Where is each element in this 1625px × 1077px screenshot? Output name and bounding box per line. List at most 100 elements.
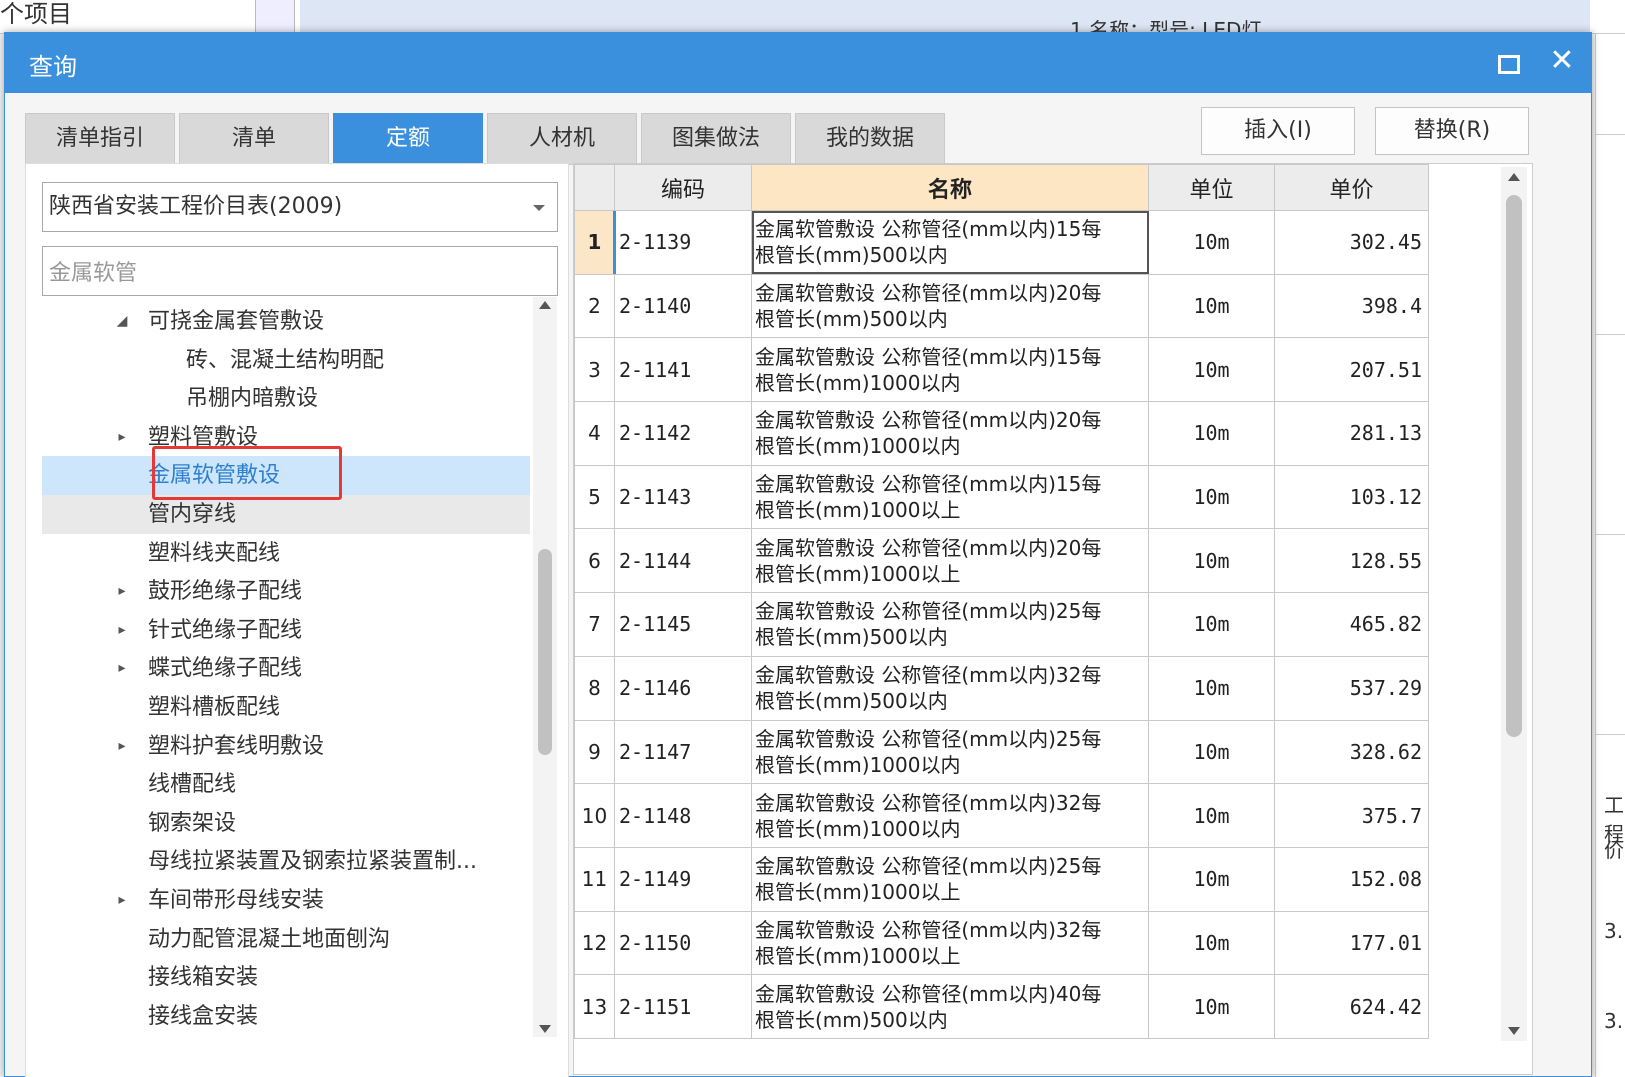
row-number[interactable]: 10 bbox=[574, 783, 615, 848]
expand-icon[interactable]: ▸ bbox=[112, 649, 132, 688]
row-number[interactable]: 3 bbox=[574, 337, 615, 403]
table-row[interactable]: 6 2-1144 金属软管敷设 公称管径(mm以内)20每 根管长(mm)1000以上… bbox=[574, 528, 1429, 594]
tab-labor-material-machine[interactable]: 人材机 bbox=[487, 113, 637, 165]
library-select[interactable]: 陕西省安装工程价目表(2009) bbox=[42, 182, 558, 232]
row-code[interactable]: 2-1151 bbox=[614, 974, 752, 1039]
tab-bill[interactable]: 清单 bbox=[179, 113, 329, 165]
expand-icon[interactable]: ▸ bbox=[112, 418, 132, 457]
tree-item[interactable]: ◢ 可挠金属套管敷设 bbox=[42, 302, 530, 341]
row-code[interactable]: 2-1147 bbox=[614, 719, 752, 785]
dialog-titlebar[interactable]: 查询 ✕ bbox=[5, 33, 1591, 93]
tree-item[interactable]: 接线盒安装 bbox=[42, 997, 530, 1036]
table-row[interactable]: 4 2-1142 金属软管敷设 公称管径(mm以内)20每 根管长(mm)1000以内… bbox=[574, 401, 1429, 466]
row-name[interactable]: 金属软管敷设 公称管径(mm以内)25每 根管长(mm)1000以上 bbox=[751, 846, 1149, 912]
tab-quota[interactable]: 定额 bbox=[333, 113, 483, 165]
row-unit[interactable]: 10m bbox=[1148, 655, 1275, 721]
row-number[interactable]: 11 bbox=[574, 846, 615, 912]
scroll-thumb[interactable] bbox=[538, 549, 552, 755]
table-row[interactable]: 1 2-1139 金属软管敷设 公称管径(mm以内)15每 根管长(mm)500以内 1… bbox=[574, 210, 1429, 275]
row-number[interactable]: 5 bbox=[574, 464, 615, 530]
scroll-down-icon[interactable] bbox=[539, 1025, 551, 1033]
replace-button[interactable]: 替换(R) bbox=[1375, 107, 1529, 155]
row-number[interactable]: 4 bbox=[574, 401, 615, 466]
tree-item[interactable]: 钢索架设 bbox=[42, 804, 530, 843]
scroll-up-icon[interactable] bbox=[1508, 173, 1520, 181]
table-row[interactable]: 7 2-1145 金属软管敷设 公称管径(mm以内)25每 根管长(mm)500以内 1… bbox=[574, 592, 1429, 657]
row-unit[interactable]: 10m bbox=[1148, 783, 1275, 848]
header-code[interactable]: 编码 bbox=[614, 164, 752, 211]
tree-item[interactable]: ▸ 车间带形母线安装 bbox=[42, 881, 530, 920]
tree-item[interactable]: ▸ 鼓形绝缘子配线 bbox=[42, 572, 530, 611]
tree-item[interactable]: 线槽配线 bbox=[42, 765, 530, 804]
row-price[interactable]: 152.08 bbox=[1274, 846, 1429, 912]
row-name[interactable]: 金属软管敷设 公称管径(mm以内)20每 根管长(mm)1000以内 bbox=[751, 401, 1149, 466]
row-code[interactable]: 2-1144 bbox=[614, 528, 752, 594]
header-unit[interactable]: 单位 bbox=[1148, 164, 1275, 211]
row-code[interactable]: 2-1150 bbox=[614, 910, 752, 976]
header-name[interactable]: 名称 bbox=[751, 164, 1149, 211]
row-number[interactable]: 6 bbox=[574, 528, 615, 594]
row-price[interactable]: 624.42 bbox=[1274, 974, 1429, 1039]
row-code[interactable]: 2-1148 bbox=[614, 783, 752, 848]
row-name[interactable]: 金属软管敷设 公称管径(mm以内)32每 根管长(mm)500以内 bbox=[751, 655, 1149, 721]
row-unit[interactable]: 10m bbox=[1148, 337, 1275, 403]
tree-item[interactable]: 塑料线夹配线 bbox=[42, 534, 530, 573]
row-price[interactable]: 128.55 bbox=[1274, 528, 1429, 594]
row-code[interactable]: 2-1146 bbox=[614, 655, 752, 721]
row-unit[interactable]: 10m bbox=[1148, 528, 1275, 594]
tree-item[interactable]: 砖、混凝土结构明配 bbox=[42, 341, 530, 380]
row-price[interactable]: 302.45 bbox=[1274, 210, 1429, 275]
tree-item[interactable]: 接线箱安装 bbox=[42, 958, 530, 997]
collapse-icon[interactable]: ◢ bbox=[112, 302, 132, 341]
table-row[interactable]: 12 2-1150 金属软管敷设 公称管径(mm以内)32每 根管长(mm)1000以… bbox=[574, 910, 1429, 976]
table-row[interactable]: 2 2-1140 金属软管敷设 公称管径(mm以内)20每 根管长(mm)500以内 1… bbox=[574, 273, 1429, 339]
scroll-thumb[interactable] bbox=[1506, 195, 1522, 737]
row-code[interactable]: 2-1143 bbox=[614, 464, 752, 530]
row-code[interactable]: 2-1140 bbox=[614, 273, 752, 339]
row-code[interactable]: 2-1141 bbox=[614, 337, 752, 403]
close-icon[interactable]: ✕ bbox=[1548, 46, 1576, 76]
table-row[interactable]: 5 2-1143 金属软管敷设 公称管径(mm以内)15每 根管长(mm)1000以上… bbox=[574, 464, 1429, 530]
row-name[interactable]: 金属软管敷设 公称管径(mm以内)32每 根管长(mm)1000以上 bbox=[751, 910, 1149, 976]
row-code[interactable]: 2-1142 bbox=[614, 401, 752, 466]
tree-item[interactable]: 母线拉紧装置及钢索拉紧装置制... bbox=[42, 842, 530, 881]
expand-icon[interactable]: ▸ bbox=[112, 611, 132, 650]
row-unit[interactable]: 10m bbox=[1148, 846, 1275, 912]
tree-item[interactable]: 金属软管敷设 bbox=[42, 456, 530, 496]
row-price[interactable]: 465.82 bbox=[1274, 592, 1429, 657]
search-input[interactable] bbox=[42, 246, 558, 296]
row-unit[interactable]: 10m bbox=[1148, 401, 1275, 466]
row-name[interactable]: 金属软管敷设 公称管径(mm以内)15每 根管长(mm)1000以内 bbox=[751, 337, 1149, 403]
expand-icon[interactable]: ▸ bbox=[112, 572, 132, 611]
row-name[interactable]: 金属软管敷设 公称管径(mm以内)20每 根管长(mm)1000以上 bbox=[751, 528, 1149, 594]
insert-button[interactable]: 插入(I) bbox=[1201, 107, 1355, 155]
row-number[interactable]: 13 bbox=[574, 974, 615, 1039]
tab-atlas-method[interactable]: 图集做法 bbox=[641, 113, 791, 165]
expand-icon[interactable]: ▸ bbox=[112, 881, 132, 920]
row-unit[interactable]: 10m bbox=[1148, 273, 1275, 339]
row-unit[interactable]: 10m bbox=[1148, 210, 1275, 275]
row-name[interactable]: 金属软管敷设 公称管径(mm以内)40每 根管长(mm)500以内 bbox=[751, 974, 1149, 1039]
row-price[interactable]: 281.13 bbox=[1274, 401, 1429, 466]
row-price[interactable]: 375.7 bbox=[1274, 783, 1429, 848]
table-row[interactable]: 9 2-1147 金属软管敷设 公称管径(mm以内)25每 根管长(mm)1000以内… bbox=[574, 719, 1429, 785]
row-name[interactable]: 金属软管敷设 公称管径(mm以内)25每 根管长(mm)1000以内 bbox=[751, 719, 1149, 785]
table-row[interactable]: 8 2-1146 金属软管敷设 公称管径(mm以内)32每 根管长(mm)500以内 1… bbox=[574, 655, 1429, 721]
tree-item[interactable]: 塑料槽板配线 bbox=[42, 688, 530, 727]
row-code[interactable]: 2-1145 bbox=[614, 592, 752, 657]
row-price[interactable]: 207.51 bbox=[1274, 337, 1429, 403]
row-number[interactable]: 1 bbox=[574, 210, 615, 275]
table-scrollbar[interactable] bbox=[1501, 167, 1527, 1041]
row-price[interactable]: 398.4 bbox=[1274, 273, 1429, 339]
tab-my-data[interactable]: 我的数据 bbox=[795, 113, 945, 165]
tab-bill-guide[interactable]: 清单指引 bbox=[25, 113, 175, 165]
row-name[interactable]: 金属软管敷设 公称管径(mm以内)15每 根管长(mm)1000以上 bbox=[751, 464, 1149, 530]
row-price[interactable]: 103.12 bbox=[1274, 464, 1429, 530]
row-price[interactable]: 328.62 bbox=[1274, 719, 1429, 785]
expand-icon[interactable]: ▸ bbox=[112, 727, 132, 766]
row-number[interactable]: 2 bbox=[574, 273, 615, 339]
row-unit[interactable]: 10m bbox=[1148, 464, 1275, 530]
maximize-icon[interactable] bbox=[1495, 51, 1520, 74]
row-number[interactable]: 8 bbox=[574, 655, 615, 721]
tree-item[interactable]: ▸ 塑料管敷设 bbox=[42, 418, 530, 457]
